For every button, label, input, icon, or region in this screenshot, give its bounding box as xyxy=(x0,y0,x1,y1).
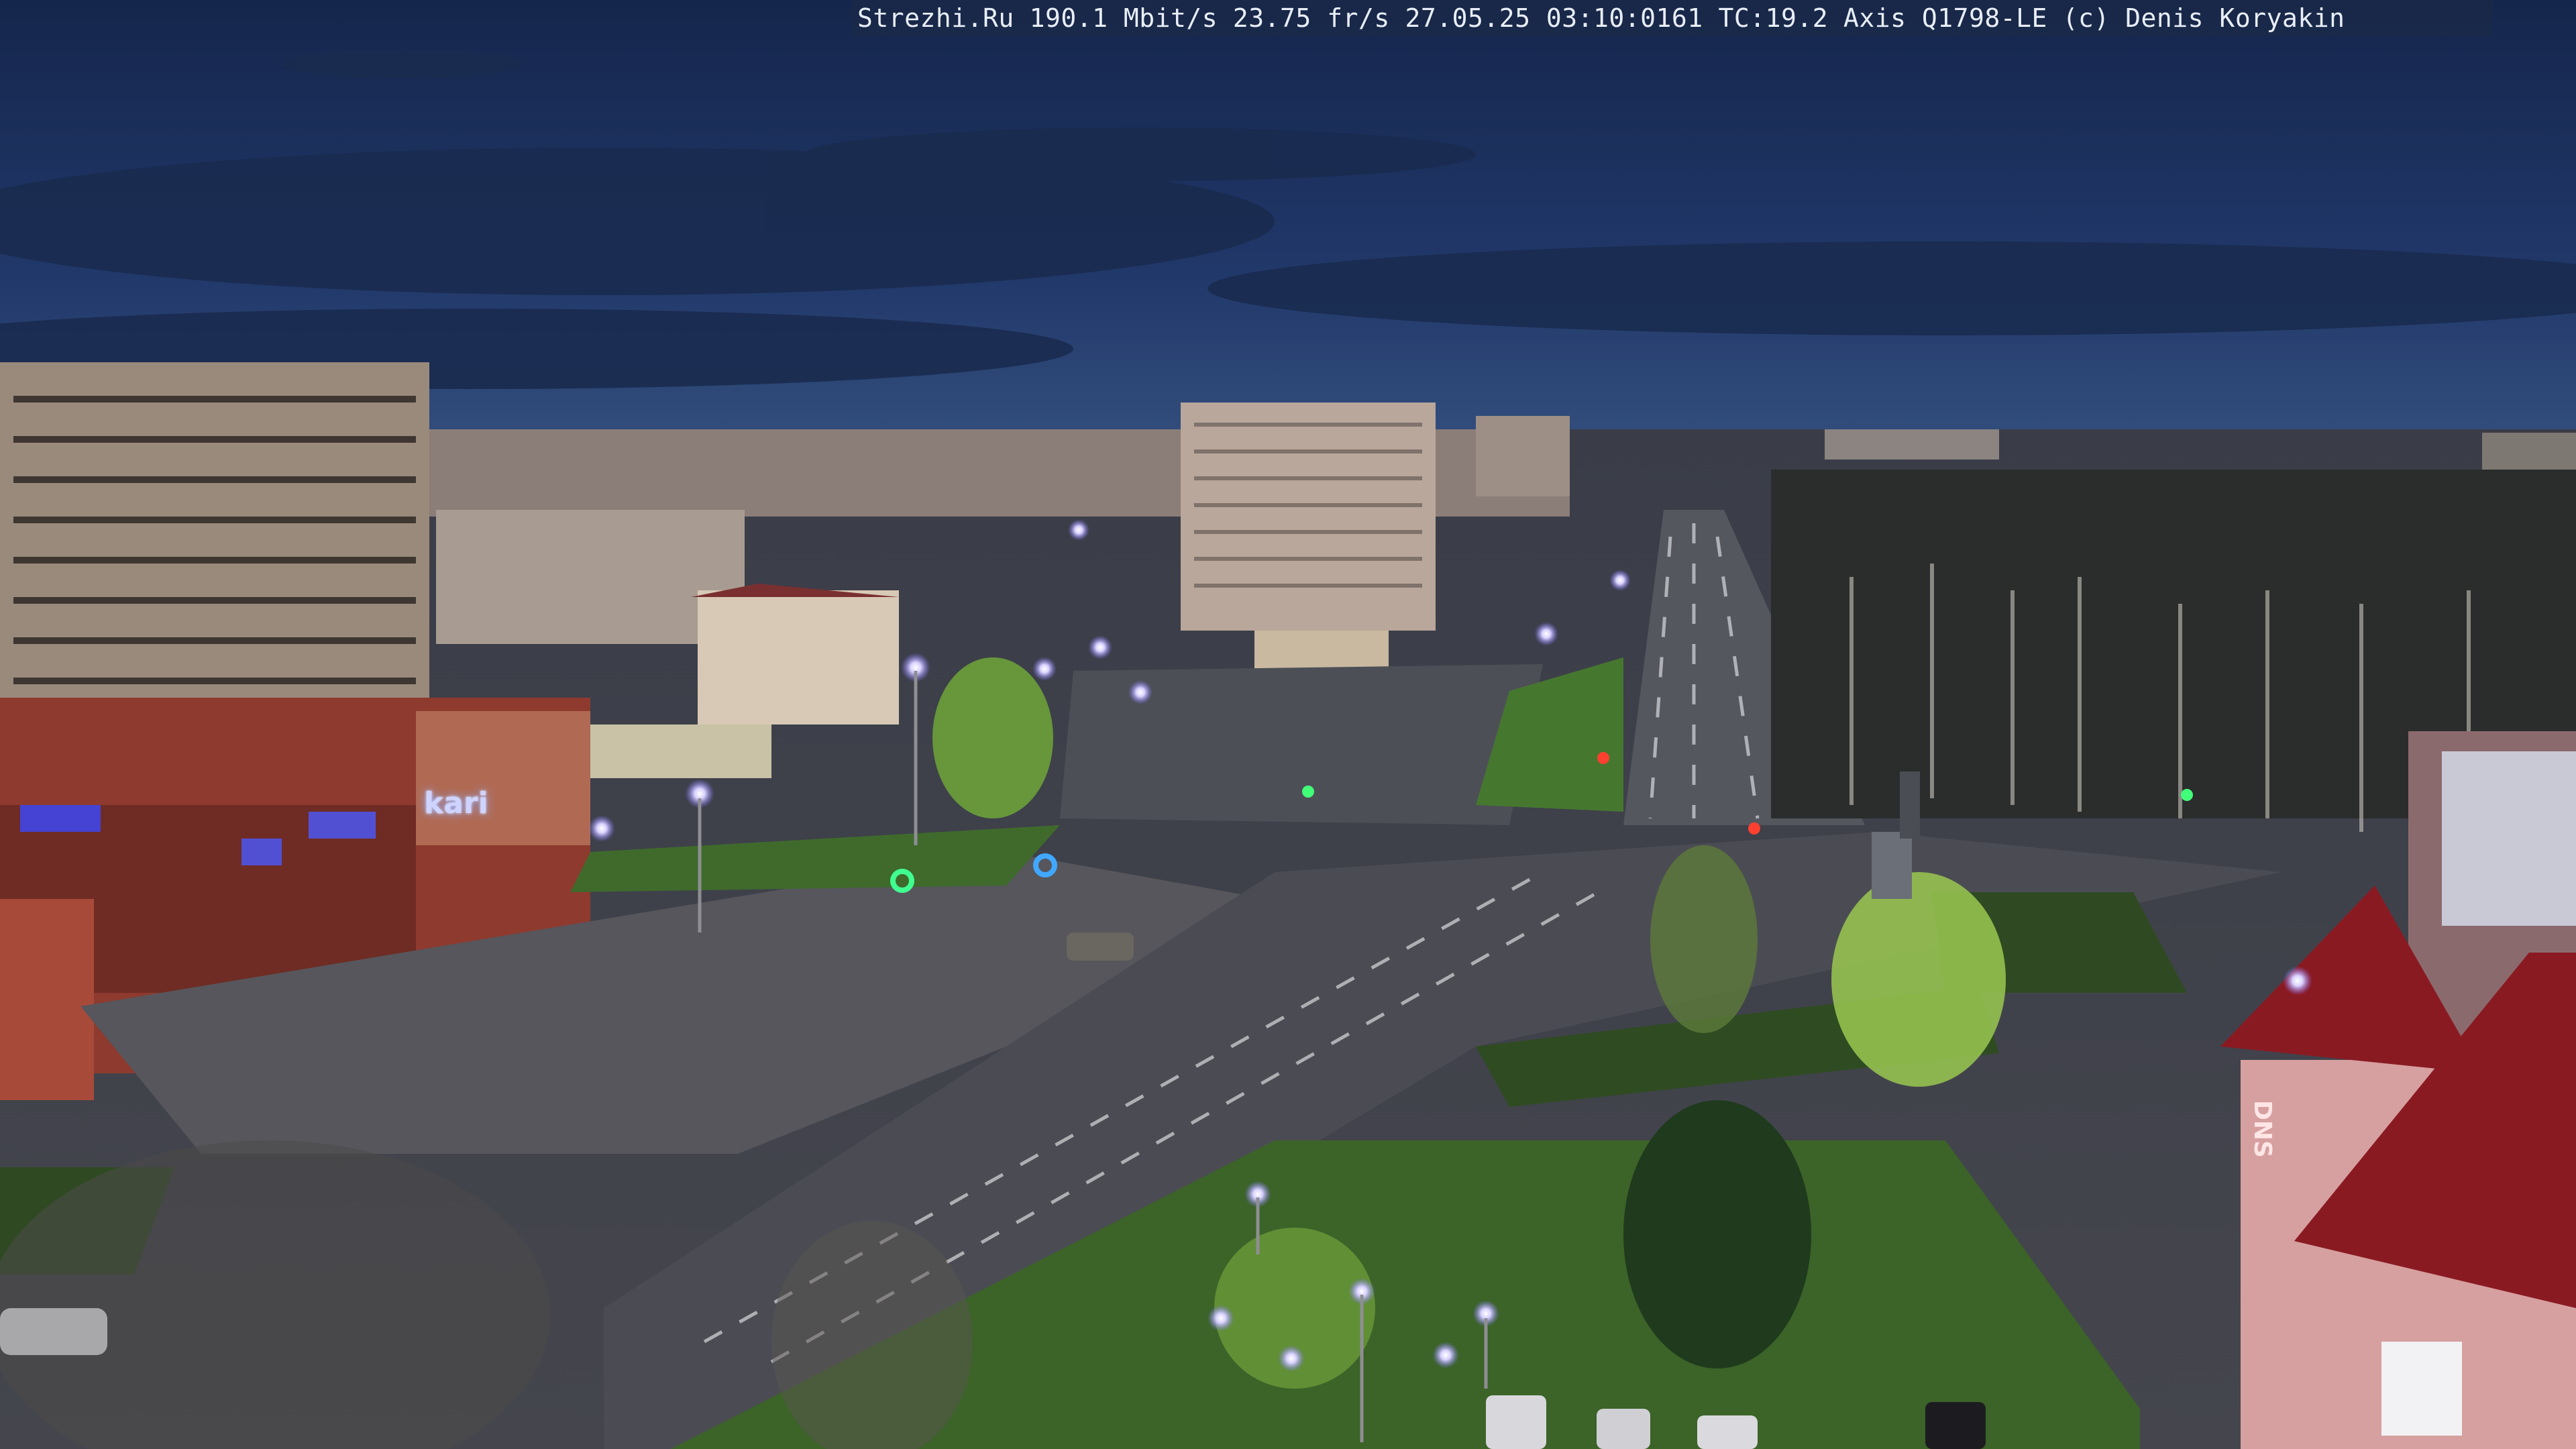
webcam-frame xyxy=(0,0,2576,1449)
camera-info-overlay: Strezhi.Ru 190.1 Mbit/s 23.75 fr/s 27.05.25… xyxy=(852,0,2493,36)
store-sign-dns: DNS xyxy=(2249,1100,2276,1158)
overlay-camera: Axis Q1798-LE xyxy=(1843,3,2047,33)
overlay-framerate: 23.75 fr/s xyxy=(1232,3,1390,33)
store-sign-kari: kari xyxy=(424,786,488,820)
overlay-bitrate: 190.1 Mbit/s xyxy=(1029,3,1218,33)
overlay-tc: TC:19.2 xyxy=(1718,3,1829,33)
overlay-site: Strezhi.Ru xyxy=(857,3,1014,33)
overlay-datetime: 27.05.25 03:10:0161 xyxy=(1405,3,1703,33)
overlay-copyright: (c) Denis Koryakin xyxy=(2062,3,2345,33)
